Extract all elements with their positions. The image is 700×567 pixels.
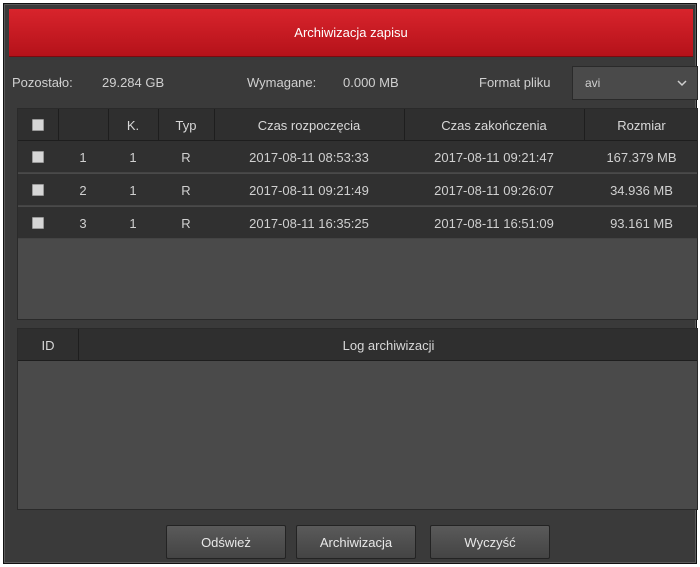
checkbox-icon (32, 119, 44, 131)
row-checkbox[interactable] (18, 207, 58, 239)
row-start-time: 2017-08-11 08:53:33 (249, 149, 369, 165)
checkbox-icon (32, 217, 44, 229)
row-channel: 1 (129, 215, 137, 231)
header-type: Typ (175, 117, 197, 133)
row-type: R (181, 149, 191, 165)
format-value: avi (585, 76, 601, 90)
row-number: 3 (79, 215, 87, 231)
row-type: R (181, 215, 191, 231)
records-table: K. Typ Czas rozpoczęcia Czas zakończenia… (17, 108, 698, 320)
checkbox-icon (32, 151, 44, 163)
table-row[interactable]: 1 1 R 2017-08-11 08:53:33 2017-08-11 09:… (18, 141, 697, 173)
row-type: R (181, 182, 191, 198)
checkbox-icon (32, 184, 44, 196)
row-channel: 1 (129, 149, 137, 165)
remaining-value: 29.284 GB (102, 75, 165, 90)
format-select[interactable]: avi (572, 66, 698, 100)
row-start-time: 2017-08-11 16:35:25 (249, 215, 369, 231)
table-row[interactable]: 2 1 R 2017-08-11 09:21:49 2017-08-11 09:… (18, 174, 697, 206)
row-size: 167.379 MB (606, 149, 677, 165)
select-all-checkbox[interactable] (18, 109, 58, 141)
chevron-down-icon (677, 80, 687, 87)
row-end-time: 2017-08-11 16:51:09 (434, 215, 554, 231)
backup-dialog: Archiwizacja zapisu Pozostało: 29.284 GB… (3, 3, 698, 564)
clear-button[interactable]: Wyczyść (430, 525, 550, 559)
row-size: 93.161 MB (610, 215, 673, 231)
header-backup-log: Log archiwizacji (342, 337, 435, 353)
header-end-time: Czas zakończenia (441, 117, 547, 133)
dialog-title: Archiwizacja zapisu (9, 9, 693, 57)
remaining-label: Pozostało: (12, 75, 73, 90)
required-value: 0.000 MB (343, 75, 399, 90)
row-end-time: 2017-08-11 09:26:07 (434, 182, 554, 198)
archive-button[interactable]: Archiwizacja (296, 525, 416, 559)
format-label: Format pliku (479, 75, 551, 90)
required-label: Wymagane: (247, 75, 317, 90)
header-channel: K. (126, 117, 140, 133)
row-size: 34.936 MB (610, 182, 673, 198)
header-size: Rozmiar (617, 117, 666, 133)
row-end-time: 2017-08-11 09:21:47 (434, 149, 554, 165)
backup-log-table: ID Log archiwizacji (17, 328, 698, 510)
row-channel: 1 (129, 182, 137, 198)
row-checkbox[interactable] (18, 174, 58, 206)
row-number: 1 (79, 149, 87, 165)
table-row[interactable]: 3 1 R 2017-08-11 16:35:25 2017-08-11 16:… (18, 207, 697, 239)
refresh-button[interactable]: Odśwież (166, 525, 286, 559)
row-checkbox[interactable] (18, 141, 58, 173)
records-header: K. Typ Czas rozpoczęcia Czas zakończenia… (18, 109, 697, 141)
row-start-time: 2017-08-11 09:21:49 (249, 182, 369, 198)
row-number: 2 (79, 182, 87, 198)
header-start-time: Czas rozpoczęcia (257, 117, 361, 133)
header-id: ID (41, 337, 55, 353)
info-row: Pozostało: 29.284 GB Wymagane: 0.000 MB … (4, 66, 698, 100)
log-header: ID Log archiwizacji (18, 329, 697, 361)
